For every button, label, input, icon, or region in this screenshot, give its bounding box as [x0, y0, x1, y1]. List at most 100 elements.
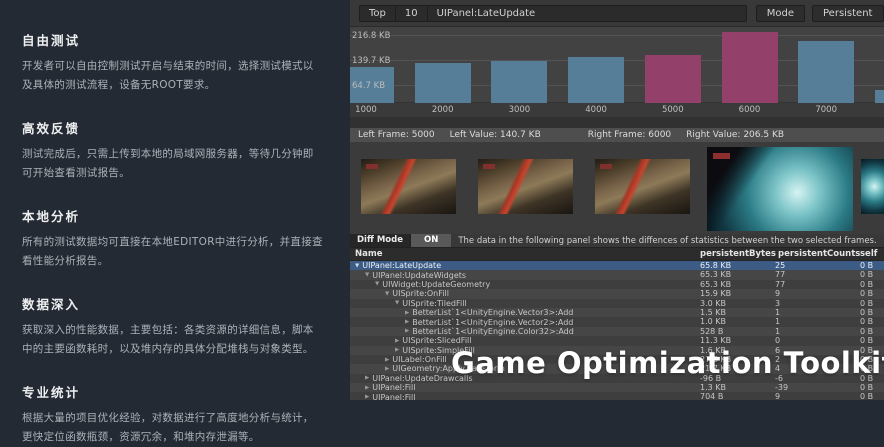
bar-frame-3000[interactable] — [491, 61, 547, 103]
stats-table-header: Name persistentBytespersistentCountsself — [350, 247, 884, 261]
bar-frame-6000[interactable] — [722, 32, 778, 103]
row-self-bytes: 0 B — [860, 308, 873, 317]
collapse-arrow-icon[interactable]: ▼ — [375, 281, 379, 287]
screenshot-thumb-left-frame-shot-3[interactable] — [595, 159, 690, 214]
table-row[interactable]: ▶UISprite:SlicedFill11.3 KB00 B — [350, 336, 884, 345]
x-axis-label: 7000 — [815, 105, 837, 115]
expand-arrow-icon[interactable]: ▶ — [405, 310, 409, 316]
frame-info-item-1: Left Frame: 5000 — [358, 130, 435, 140]
feature-title: 高效反馈 — [22, 118, 324, 137]
row-name: UIPanel:Fill — [372, 393, 415, 400]
collapse-arrow-icon[interactable]: ▼ — [355, 263, 359, 269]
filter-input[interactable]: UIPanel:LateUpdate — [428, 6, 746, 21]
y-axis-label: 64.7 KB — [352, 81, 385, 91]
feature-sections: 自由测试开发者可以自由控制测试开启与结束的时间，选择测试模式以及具体的测试流程，… — [22, 30, 324, 447]
row-persistent-bytes: 1.3 KB — [700, 383, 726, 392]
table-row[interactable]: ▼UISprite:TiledFill3.0 KB30 B — [350, 299, 884, 308]
table-row[interactable]: ▶UIPanel:Fill 704 B 9 0 B — [350, 392, 884, 400]
screenshot-thumb-left-frame-shot-2[interactable] — [478, 159, 573, 214]
row-self-bytes: 0 B — [860, 270, 873, 279]
feature-body: 根据大量的项目优化经验，对数据进行了高度地分析与统计，更快定位函数瓶颈，资源冗余… — [22, 409, 324, 447]
top-dropdown[interactable]: Top — [360, 6, 396, 21]
row-persistent-counts: 25 — [775, 261, 785, 270]
row-name: BetterList`1<UnityEngine.Vector3>:Add — [412, 308, 573, 317]
diff-mode-bar: Diff Mode ON The data in the following p… — [350, 234, 884, 247]
expand-arrow-icon[interactable]: ▶ — [385, 357, 389, 363]
row-name: BetterList`1<UnityEngine.Vector2>:Add — [412, 318, 573, 327]
bar-frame-8000[interactable] — [875, 90, 884, 103]
row-persistent-counts: 77 — [775, 280, 785, 289]
diff-mode-toggle[interactable]: ON — [410, 234, 451, 247]
row-persistent-counts: 9 — [775, 392, 780, 400]
row-persistent-bytes: 65.8 KB — [700, 261, 731, 270]
y-axis-label: 216.8 KB — [352, 31, 390, 41]
collapse-arrow-icon[interactable]: ▼ — [395, 300, 399, 306]
row-self-bytes: 0 B — [860, 336, 873, 345]
expand-arrow-icon[interactable]: ▶ — [365, 375, 369, 381]
feature-section: 高效反馈测试完成后，只需上传到本地的局域网服务器，等待几分钟即可开始查看测试报告… — [22, 118, 324, 183]
bar-frame-7000[interactable] — [798, 41, 854, 103]
memory-bar-chart[interactable]: 216.8 KB 139.7 KB 64.7 KB 1000200030004000… — [350, 27, 884, 117]
chart-plot-area[interactable]: 216.8 KB 139.7 KB 64.7 KB — [350, 27, 884, 103]
column-header-persistentbytes[interactable]: persistentBytes — [700, 249, 776, 259]
frame-info-item-4: Right Value: 206.5 KB — [686, 130, 784, 140]
table-row[interactable]: ▼UIPanel:UpdateWidgets65.3 KB770 B — [350, 270, 884, 279]
frame-info-item-2: Left Value: 140.7 KB — [450, 130, 541, 140]
table-row[interactable]: ▶BetterList`1<UnityEngine.Vector2>:Add 1.… — [350, 317, 884, 326]
feature-body: 所有的测试数据均可直接在本地EDITOR中进行分析，并直接查看性能分析报告。 — [22, 233, 324, 271]
profiler-toolbar: Top 10 UIPanel:LateUpdate Mode Persisten… — [350, 0, 884, 27]
mode-dropdown[interactable]: Persistent — [812, 5, 884, 22]
expand-arrow-icon[interactable]: ▶ — [365, 385, 369, 391]
row-persistent-counts: 0 — [775, 336, 780, 345]
screenshot-thumb-right-frame-shot[interactable] — [707, 147, 853, 231]
row-persistent-counts: 1 — [775, 317, 780, 326]
chart-x-axis: 1000200030004000500060007000 — [350, 102, 884, 117]
feature-title: 数据深入 — [22, 294, 324, 313]
expand-arrow-icon[interactable]: ▶ — [405, 319, 409, 325]
mode-button[interactable]: Mode — [756, 5, 805, 22]
screenshot-thumb-left-frame-shot-1[interactable] — [361, 159, 456, 214]
expand-arrow-icon[interactable]: ▶ — [365, 394, 369, 400]
row-persistent-bytes: 65.3 KB — [700, 280, 731, 289]
row-persistent-bytes: 65.3 KB — [700, 270, 731, 279]
feature-body: 开发者可以自由控制测试开启与结束的时间，选择测试模式以及具体的测试流程，设备无R… — [22, 57, 324, 95]
top-count-dropdown[interactable]: 10 — [396, 6, 428, 21]
row-persistent-counts: 1 — [775, 308, 780, 317]
expand-arrow-icon[interactable]: ▶ — [395, 347, 399, 353]
table-row[interactable]: ▶UIPanel:Fill1.3 KB-390 B — [350, 383, 884, 392]
frame-info-bar: Left Frame: 5000 Left Value: 140.7 KB Righ… — [350, 128, 884, 142]
table-row[interactable]: ▶BetterList`1<UnityEngine.Vector3>:Add1.… — [350, 308, 884, 317]
expand-arrow-icon[interactable]: ▶ — [405, 328, 409, 334]
bar-frame-4000[interactable] — [568, 57, 624, 103]
row-name: UIPanel:UpdateWidgets — [372, 271, 466, 280]
row-name: UIPanel:LateUpdate — [362, 261, 441, 270]
marketing-panel: 自由测试开发者可以自由控制测试开启与结束的时间，选择测试模式以及具体的测试流程，… — [0, 0, 350, 400]
table-row[interactable]: ▼UIPanel:LateUpdate65.8 KB250 B — [350, 261, 884, 270]
expand-arrow-icon[interactable]: ▶ — [385, 366, 389, 372]
y-axis-label: 139.7 KB — [352, 56, 390, 66]
chart-gridline — [350, 35, 884, 36]
bar-frame-2000[interactable] — [415, 63, 471, 103]
table-row[interactable]: ▼UISprite:OnFill15.9 KB90 B — [350, 289, 884, 298]
table-row[interactable]: ▶BetterList`1<UnityEngine.Color32>:Add52… — [350, 327, 884, 336]
collapse-arrow-icon[interactable]: ▼ — [385, 291, 389, 297]
collapse-arrow-icon[interactable]: ▼ — [365, 272, 369, 278]
column-header-persistentcounts[interactable]: persistentCounts — [778, 249, 860, 259]
column-header-name[interactable]: Name — [355, 249, 382, 259]
frame-info-item-3: Right Frame: 6000 — [588, 130, 671, 140]
row-persistent-bytes: 1.0 KB — [700, 317, 726, 326]
row-persistent-bytes: 704 B — [700, 392, 723, 400]
expand-arrow-icon[interactable]: ▶ — [395, 338, 399, 344]
screenshot-thumb-next-frame-shot-partial[interactable] — [861, 159, 884, 214]
row-self-bytes: 0 B — [860, 383, 873, 392]
feature-title: 专业统计 — [22, 382, 324, 401]
bar-frame-5000[interactable] — [645, 55, 701, 103]
row-persistent-counts: 3 — [775, 299, 780, 308]
column-header-self[interactable]: self — [860, 249, 877, 259]
table-row[interactable]: ▼UIWidget:UpdateGeometry65.3 KB770 B — [350, 280, 884, 289]
row-self-bytes: 0 B — [860, 299, 873, 308]
row-persistent-bytes: 15.9 KB — [700, 289, 731, 298]
row-persistent-bytes: 3.0 KB — [700, 299, 726, 308]
row-self-bytes: 0 B — [860, 392, 873, 400]
feature-body: 测试完成后，只需上传到本地的局域网服务器，等待几分钟即可开始查看测试报告。 — [22, 145, 324, 183]
